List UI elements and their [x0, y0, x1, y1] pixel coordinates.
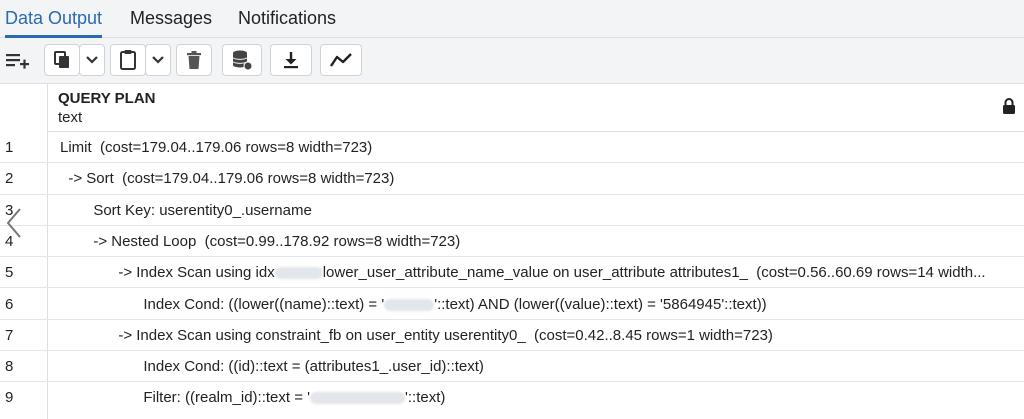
row-number: 6	[5, 295, 14, 313]
cell-text: '::text) AND (lower((value)::text) = '58…	[434, 295, 767, 313]
cell-text: Limit (cost=179.04..179.06 rows=8 width=…	[60, 139, 373, 156]
row-number: 8	[5, 358, 14, 376]
cell-text: '::text)	[405, 389, 446, 407]
download-icon	[284, 52, 298, 69]
query-plan-cell[interactable]: -> Index Scan using constraint_fb on use…	[60, 320, 1015, 351]
query-plan-cell[interactable]: Index Cond: ((id)::text = (attributes1_.…	[60, 351, 1015, 382]
tab-notifications[interactable]: Notifications	[238, 0, 336, 38]
cell-text: Sort Key: userentity0_.username	[60, 201, 312, 219]
table-row[interactable]: 1 Limit (cost=179.04..179.06 rows=8 widt…	[0, 132, 1024, 164]
query-plan-cell[interactable]: Filter: ((realm_id)::text = ' '::text)	[60, 382, 1015, 413]
query-result-grid: QUERY PLAN text 1 Limit (cost=179.04..17…	[0, 84, 1024, 419]
cell-text: -> Index Scan using constraint_fb on use…	[60, 326, 773, 344]
paste-options-dropdown[interactable]	[145, 44, 171, 76]
download-button[interactable]	[270, 44, 312, 76]
save-data-button[interactable]	[222, 44, 262, 76]
copy-button[interactable]	[44, 44, 80, 76]
table-row[interactable]: 9 Filter: ((realm_id)::text = ' '::text)	[0, 382, 1024, 413]
result-tabs: Data Output Messages Notifications	[0, 0, 1024, 38]
data-output-toolbar	[0, 38, 1024, 84]
row-number: 1	[5, 139, 14, 156]
tab-data-output[interactable]: Data Output	[5, 0, 103, 38]
cell-text: Filter: ((realm_id)::text = '	[60, 389, 310, 407]
chevron-left-icon[interactable]	[4, 206, 24, 240]
redacted-text	[274, 267, 323, 280]
lock-icon	[1003, 98, 1015, 114]
row-number: 7	[5, 326, 14, 344]
cell-text: Index Cond: ((lower((name)::text) = '	[60, 295, 385, 313]
cell-text: Index Cond: ((id)::text = (attributes1_.…	[60, 358, 484, 376]
paste-button[interactable]	[110, 44, 146, 76]
tab-messages[interactable]: Messages	[130, 0, 212, 38]
column-name: QUERY PLAN	[58, 90, 156, 107]
column-header-query-plan[interactable]: QUERY PLAN text	[48, 84, 1024, 132]
paste-icon	[120, 50, 136, 70]
table-row[interactable]: 3 Sort Key: userentity0_.username	[0, 195, 1024, 226]
cell-text: lower_user_attribute_name_value on user_…	[322, 264, 986, 282]
cell-text: -> Index Scan using idx	[60, 264, 275, 282]
query-plan-cell[interactable]: Index Cond: ((lower((name)::text) = ' '::…	[60, 289, 1015, 320]
save-data-icon	[232, 50, 253, 71]
query-plan-cell[interactable]: Sort Key: userentity0_.username	[60, 195, 1015, 226]
table-row[interactable]: 4 -> Nested Loop (cost=0.99..178.92 rows…	[0, 226, 1024, 258]
graph-visualiser-button[interactable]	[320, 44, 362, 76]
cell-text: -> Nested Loop (cost=0.99..178.92 rows=8…	[60, 232, 461, 250]
copy-options-dropdown[interactable]	[79, 44, 105, 76]
table-row[interactable]: 2 -> Sort (cost=179.04..179.06 rows=8 wi…	[0, 163, 1024, 195]
table-row[interactable]: 7 -> Index Scan using constraint_fb on u…	[0, 320, 1024, 352]
redacted-text	[310, 392, 405, 405]
copy-icon	[54, 51, 69, 68]
table-row[interactable]: 6 Index Cond: ((lower((name)::text) = ' '…	[0, 289, 1024, 320]
chevron-down-icon	[152, 56, 164, 64]
delete-row-button[interactable]	[176, 44, 212, 76]
cell-text: -> Sort (cost=179.04..179.06 rows=8 widt…	[60, 170, 395, 188]
query-plan-cell[interactable]: -> Index Scan using idx lower_user_attrib…	[60, 257, 1015, 288]
query-plan-cell[interactable]: -> Nested Loop (cost=0.99..178.92 rows=8…	[60, 226, 1015, 257]
delete-icon	[187, 51, 201, 69]
graph-visualiser-icon	[330, 53, 352, 67]
table-row[interactable]: 8 Index Cond: ((id)::text = (attributes1…	[0, 351, 1024, 383]
query-plan-cell[interactable]: Limit (cost=179.04..179.06 rows=8 width=…	[60, 132, 1015, 163]
column-type: text	[58, 109, 83, 126]
row-number: 5	[5, 264, 14, 282]
redacted-text	[384, 298, 435, 311]
row-number: 9	[5, 389, 14, 407]
query-plan-cell[interactable]: -> Sort (cost=179.04..179.06 rows=8 widt…	[60, 163, 1015, 194]
chevron-down-icon	[86, 56, 98, 64]
table-row[interactable]: 5 -> Index Scan using idx lower_user_attr…	[0, 257, 1024, 289]
add-row-icon	[6, 54, 29, 69]
row-number: 2	[5, 170, 14, 188]
add-row-button[interactable]	[2, 44, 34, 76]
